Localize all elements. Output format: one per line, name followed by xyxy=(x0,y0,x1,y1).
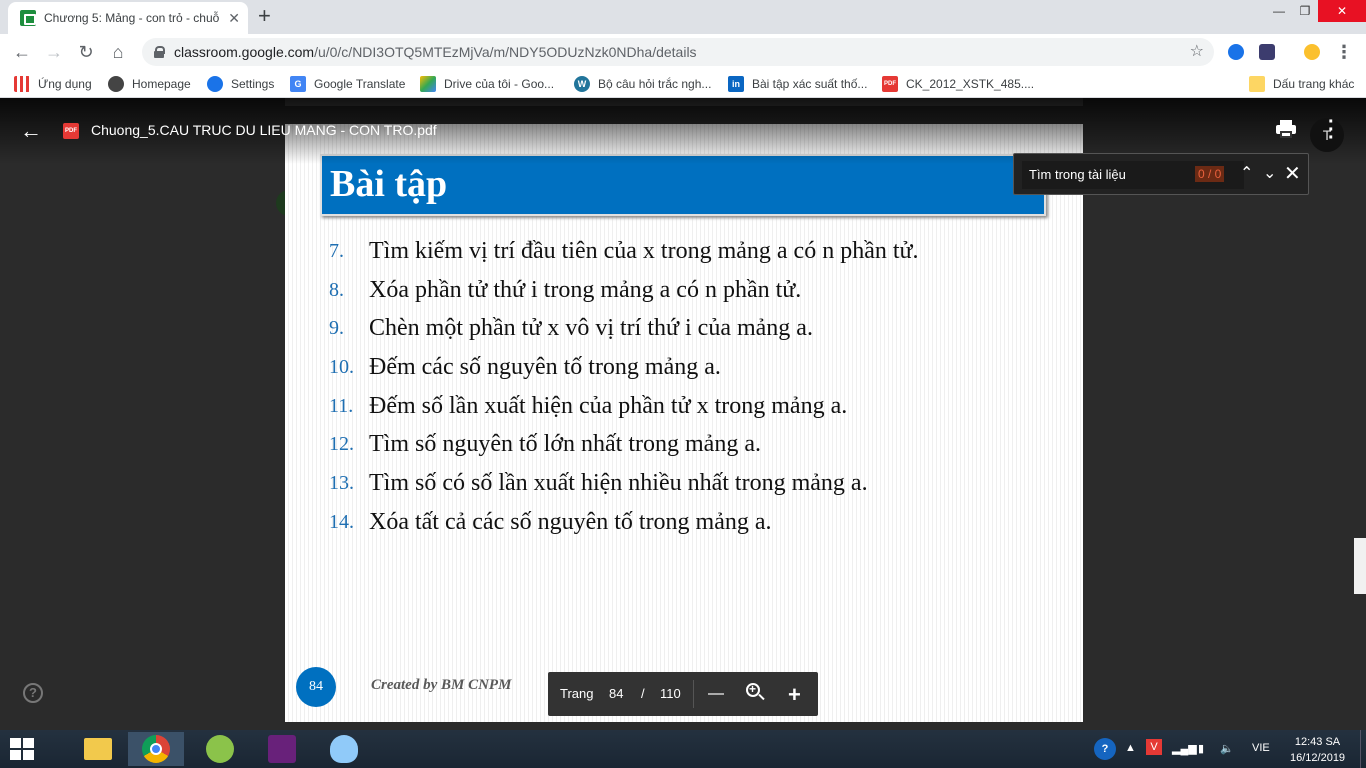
bookmark-homepage[interactable]: Homepage xyxy=(108,70,191,98)
show-desktop-button[interactable] xyxy=(1360,730,1366,768)
tray-signal-icon[interactable]: ▂▄▆ xyxy=(1172,742,1197,755)
drive-icon xyxy=(420,76,436,92)
zoom-in-button[interactable]: + xyxy=(788,682,801,708)
bookmark-ck2012[interactable]: PDF CK_2012_XSTK_485.... xyxy=(882,70,1034,98)
bookmark-star-icon[interactable]: ☆ xyxy=(1190,41,1204,61)
list-item: 10. Đếm các số nguyên tố trong mảng a. xyxy=(329,353,721,380)
address-bar[interactable]: classroom.google.com/u/0/c/NDI3OTQ5MTEzM… xyxy=(142,38,1214,66)
tab-strip: Chương 5: Mảng - con trỏ - chuỗ ✕ + — ❐ … xyxy=(0,0,1366,34)
extension-s-icon[interactable] xyxy=(1259,44,1275,60)
reload-icon[interactable]: ↻ xyxy=(74,40,98,64)
folder-icon xyxy=(1249,76,1265,92)
page-separator: / xyxy=(641,686,645,701)
pdf-file-icon: PDF xyxy=(63,123,79,139)
find-match-count: 0 / 0 xyxy=(1195,166,1225,182)
pdf-page: Bài tập 7. Tìm kiếm vị trí đầu tiên của x… xyxy=(285,124,1083,722)
gear-icon xyxy=(207,76,223,92)
classroom-favicon-icon xyxy=(20,10,36,26)
find-close-icon[interactable]: ✕ xyxy=(1284,161,1301,186)
forward-icon[interactable]: → xyxy=(42,40,66,64)
list-item: 11. Đếm số lần xuất hiện của phần tử x tr… xyxy=(329,392,848,419)
bookmark-other[interactable]: Dấu trang khác xyxy=(1249,70,1354,98)
extension-blue-icon[interactable] xyxy=(1228,44,1244,60)
tray-battery-icon[interactable]: ▮ xyxy=(1198,742,1204,755)
start-button[interactable] xyxy=(10,738,36,762)
help-icon[interactable]: ? xyxy=(23,683,43,703)
list-item: 7. Tìm kiếm vị trí đầu tiên của x trong m… xyxy=(329,237,919,264)
total-pages: 110 xyxy=(660,686,681,701)
profile-emoji-icon[interactable] xyxy=(1304,44,1320,60)
current-page-input[interactable]: 84 xyxy=(609,686,623,701)
slide-title: Bài tập xyxy=(330,163,448,205)
pdf-icon: PDF xyxy=(882,76,898,92)
list-item: 8. Xóa phần tử thứ i trong mảng a có n ph… xyxy=(329,276,802,303)
back-icon[interactable]: ← xyxy=(10,40,34,64)
tab-title: Chương 5: Mảng - con trỏ - chuỗ xyxy=(44,11,220,25)
active-tab[interactable]: Chương 5: Mảng - con trỏ - chuỗ ✕ xyxy=(8,2,248,34)
home-icon[interactable]: ⌂ xyxy=(106,40,130,64)
window-close-button[interactable]: ✕ xyxy=(1318,0,1366,22)
list-item: 13. Tìm số có số lần xuất hiện nhiều nhất… xyxy=(329,469,868,496)
file-explorer-icon[interactable] xyxy=(70,732,126,766)
find-next-icon[interactable]: ⌄ xyxy=(1263,163,1276,183)
find-placeholder: Tìm trong tài liệu xyxy=(1029,167,1126,182)
maximize-button[interactable]: ❐ xyxy=(1288,0,1322,22)
linkedin-icon: in xyxy=(728,76,744,92)
exercise-list: 7. Tìm kiếm vị trí đầu tiên của x trong m… xyxy=(329,232,1049,542)
tray-help-icon[interactable]: ? xyxy=(1094,738,1116,760)
apps-grid-icon xyxy=(14,76,30,92)
translate-icon: G xyxy=(290,76,306,92)
zoom-fit-icon[interactable] xyxy=(746,682,766,703)
tray-antivirus-icon[interactable]: V xyxy=(1146,739,1162,755)
globe-icon xyxy=(108,76,124,92)
lock-icon xyxy=(154,46,165,58)
paint-icon[interactable] xyxy=(316,732,372,766)
taskbar-clock[interactable]: 12:43 SA 16/12/2019 xyxy=(1290,734,1345,766)
url-host: classroom.google.com xyxy=(174,44,315,60)
page-label: Trang xyxy=(560,686,594,701)
chrome-menu-icon[interactable]: ⋮ xyxy=(1332,40,1356,64)
tray-volume-icon[interactable]: 🔈 xyxy=(1220,742,1234,755)
print-icon[interactable] xyxy=(1276,120,1296,138)
page-controls: Trang 84 / 110 + xyxy=(548,672,818,716)
more-options-icon[interactable]: · · · xyxy=(1328,112,1335,148)
new-tab-button[interactable]: + xyxy=(258,5,271,27)
bookmark-settings[interactable]: Settings xyxy=(207,70,274,98)
tray-expand-icon[interactable]: ▲ xyxy=(1125,742,1136,754)
bookmark-quiz[interactable]: W Bộ câu hỏi trắc ngh... xyxy=(574,70,711,98)
close-viewer-icon[interactable]: ← xyxy=(20,118,42,144)
avatar[interactable]: T xyxy=(1310,118,1344,152)
clock-date: 16/12/2019 xyxy=(1290,752,1346,764)
bookmarks-bar: Ứng dụng Homepage Settings G Google Trans… xyxy=(0,70,1366,98)
bookmark-probability[interactable]: in Bài tập xác suất thố... xyxy=(728,70,867,98)
wordpress-icon: W xyxy=(574,76,590,92)
find-previous-icon[interactable]: ⌃ xyxy=(1240,163,1253,183)
visual-studio-icon[interactable] xyxy=(254,732,310,766)
bookmark-google-translate[interactable]: G Google Translate xyxy=(290,70,405,98)
bookmark-drive[interactable]: Drive của tôi - Goo... xyxy=(420,70,554,98)
zoom-out-button[interactable] xyxy=(708,693,724,695)
url-path: /u/0/c/NDI3OTQ5MTEzMjVa/m/NDY5ODUzNzk0ND… xyxy=(314,44,697,60)
control-divider xyxy=(693,680,694,708)
chrome-taskbar-icon[interactable] xyxy=(128,732,184,766)
list-item: 12. Tìm số nguyên tố lớn nhất trong mảng … xyxy=(329,431,761,458)
tray-language[interactable]: VIE xyxy=(1252,742,1270,754)
clock-time: 12:43 SA xyxy=(1294,736,1341,748)
windows-taskbar: ? ▲ V ▂▄▆ ▮ 🔈 VIE 12:43 SA 16/12/2019 xyxy=(0,730,1366,768)
calculator-app-icon[interactable] xyxy=(192,732,248,766)
browser-toolbar: ← → ↻ ⌂ classroom.google.com/u/0/c/NDI3O… xyxy=(0,34,1366,70)
tab-close-icon[interactable]: ✕ xyxy=(228,10,240,27)
slide-page-number: 84 xyxy=(296,667,336,707)
file-name: Chuong_5.CAU TRUC DU LIEU MANG - CON TRO… xyxy=(91,122,437,138)
find-bar: Tìm trong tài liệu 0 / 0 ⌃ ⌄ ✕ xyxy=(1013,153,1309,195)
bookmark-apps[interactable]: Ứng dụng xyxy=(14,70,92,98)
slide-footer: Created by BM CNPM xyxy=(371,677,512,693)
scrollbar-thumb[interactable] xyxy=(1354,538,1366,594)
list-item: 9. Chèn một phần tử x vô vị trí thứ i của… xyxy=(329,315,813,342)
list-item: 14. Xóa tất cả các số nguyên tố trong mản… xyxy=(329,508,772,535)
